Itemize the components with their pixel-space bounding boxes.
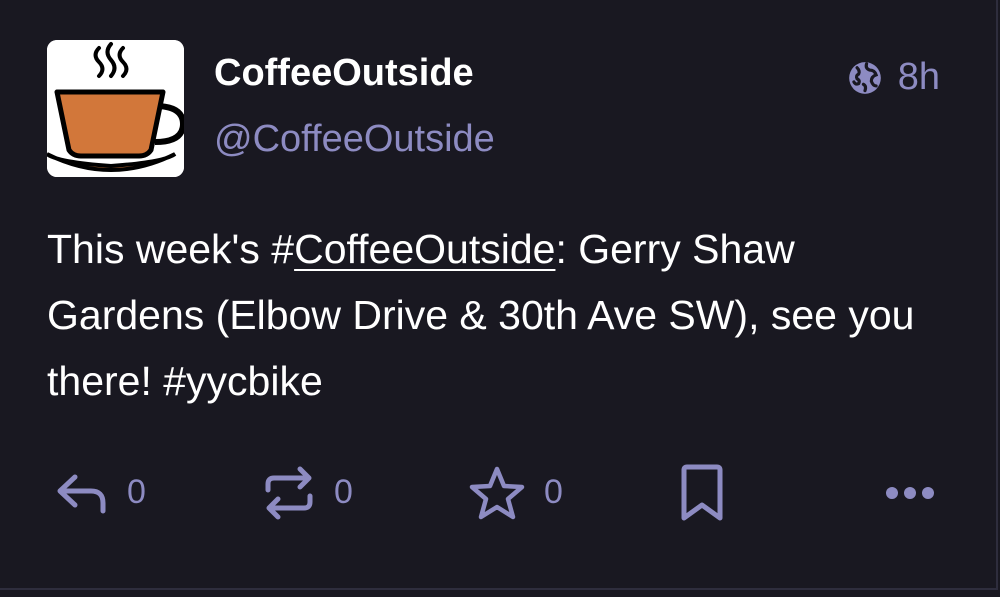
status-meta: 8h <box>846 56 940 99</box>
boost-icon <box>265 466 313 519</box>
content-text: This week's <box>47 226 272 272</box>
display-name[interactable]: CoffeeOutside <box>214 52 474 95</box>
avatar[interactable] <box>47 40 184 177</box>
hashtag-yycbike[interactable]: #yycbike <box>163 358 323 404</box>
status-content: This week's #CoffeeOutside: Gerry Shaw G… <box>47 216 927 414</box>
hashtag-symbol: # <box>271 226 295 272</box>
relative-time[interactable]: 8h <box>898 56 940 99</box>
more-options-button[interactable] <box>884 455 936 530</box>
status-card[interactable]: CoffeeOutside @CoffeeOutside 8h This wee… <box>0 0 998 590</box>
hashtag-coffeeoutside[interactable]: #CoffeeOutside <box>271 226 555 272</box>
favourite-button[interactable]: 0 <box>468 455 563 530</box>
hashtag-label: CoffeeOutside <box>294 226 556 272</box>
action-bar: 0 0 0 <box>0 455 1000 530</box>
account-handle[interactable]: @CoffeeOutside <box>214 118 495 161</box>
bookmark-button[interactable] <box>678 455 726 530</box>
coffee-cup-icon <box>47 40 184 177</box>
ellipsis-icon <box>886 486 934 499</box>
globe-icon <box>848 61 881 94</box>
boost-button[interactable]: 0 <box>262 455 353 530</box>
reply-count: 0 <box>127 473 146 511</box>
reply-button[interactable]: 0 <box>55 455 146 530</box>
star-icon <box>469 466 525 519</box>
bookmark-icon <box>681 464 723 520</box>
favourite-count: 0 <box>544 473 563 511</box>
reply-icon <box>57 474 106 513</box>
boost-count: 0 <box>334 473 353 511</box>
